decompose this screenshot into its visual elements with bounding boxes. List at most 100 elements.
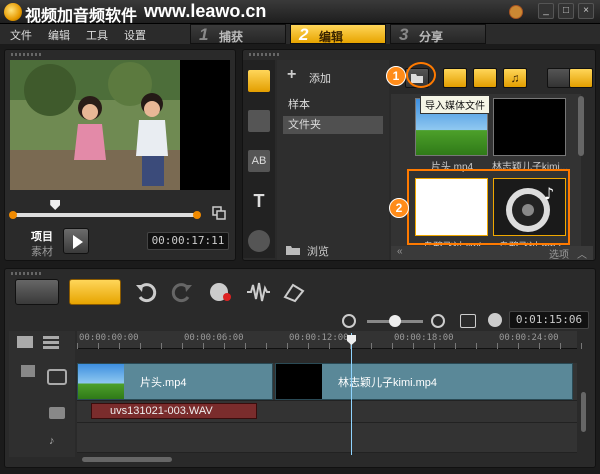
- close-button[interactable]: ×: [578, 3, 594, 19]
- voice-track[interactable]: uvs131021-003.WAV: [77, 401, 577, 423]
- audio-clip[interactable]: uvs131021-003.WAV: [91, 403, 257, 419]
- record-capture-icon[interactable]: [207, 281, 233, 303]
- ruler-tick: [371, 343, 372, 349]
- step-label: 编辑: [319, 30, 344, 44]
- scrubber-handle[interactable]: [50, 200, 61, 210]
- scrub-bar[interactable]: [13, 213, 199, 217]
- mode-project-label[interactable]: 项目: [31, 228, 53, 244]
- media-thumb[interactable]: [493, 98, 566, 156]
- ruler-tick: [497, 343, 498, 349]
- ruler-tick: [581, 343, 582, 349]
- auto-music-icon[interactable]: [281, 281, 307, 303]
- ruler-time-label: 00:00:12:00: [289, 333, 349, 343]
- duration-clock-icon: [488, 313, 502, 327]
- zoom-out-icon[interactable]: [342, 314, 356, 328]
- video-track-icon: [47, 369, 67, 385]
- show-video-button[interactable]: [443, 68, 467, 88]
- browse-button[interactable]: 浏览: [285, 242, 383, 258]
- music-track-icon: ♪: [49, 435, 55, 447]
- trim-start-marker[interactable]: [9, 211, 17, 219]
- add-label: 添加: [309, 73, 331, 85]
- ruler-time-label: 00:00:18:00: [394, 333, 454, 343]
- collapse-left-icon[interactable]: «: [397, 246, 403, 257]
- timeline-vertical-scrollbar[interactable]: [581, 392, 586, 432]
- menu-edit[interactable]: 编辑: [48, 27, 70, 43]
- show-audio-button[interactable]: ♫: [503, 68, 527, 88]
- browse-folder-icon: [286, 246, 300, 255]
- callout-two: 2: [389, 198, 409, 218]
- maximize-button[interactable]: □: [558, 3, 574, 19]
- thumbnail-view-button[interactable]: [569, 68, 593, 88]
- menu-file[interactable]: 文件: [10, 27, 32, 43]
- step-number: 2: [299, 25, 309, 44]
- timeline-timecode[interactable]: 0:01:15:06: [509, 311, 589, 329]
- voice-track-icon: [49, 407, 65, 419]
- plus-icon: +: [287, 66, 297, 83]
- ruler-tick: [455, 343, 456, 349]
- help-badge-icon[interactable]: [509, 5, 523, 19]
- video-clip[interactable]: 片头.mp4: [77, 363, 273, 400]
- ruler-time-label: 00:00:24:00: [499, 333, 559, 343]
- mode-clip-label[interactable]: 素材: [31, 243, 53, 259]
- step-label: 捕获: [219, 30, 244, 44]
- track-manager-icon[interactable]: [15, 333, 75, 353]
- step-number: 1: [199, 25, 209, 44]
- options-bar: « 选项 ︿: [391, 246, 593, 261]
- ruler-tick: [287, 343, 288, 349]
- undo-icon[interactable]: [133, 281, 159, 303]
- enlarge-preview-icon[interactable]: [212, 206, 226, 220]
- app-logo-icon: [4, 3, 22, 21]
- menu-tools[interactable]: 工具: [86, 27, 108, 43]
- step-capture-tab[interactable]: 1 捕获: [190, 24, 286, 44]
- ruler-time-label: 00:00:00:00: [79, 333, 139, 343]
- timeline-horizontal-scrollbar[interactable]: [82, 457, 172, 462]
- title-category-icon[interactable]: AB: [248, 150, 270, 172]
- folder-item-samples[interactable]: 样本: [283, 96, 383, 114]
- track-visibility-icon[interactable]: [21, 365, 35, 377]
- step-share-tab[interactable]: 3 分享: [390, 24, 486, 44]
- zoom-slider-knob[interactable]: [389, 315, 401, 327]
- minimize-button[interactable]: _: [538, 3, 554, 19]
- ruler-tick: [98, 343, 99, 349]
- list-view-button[interactable]: [547, 68, 571, 88]
- library-category-bar: AB T: [243, 60, 275, 258]
- video-track[interactable]: 片头.mp4 林志颖儿子kimi.mp4: [77, 363, 577, 401]
- add-folder-button[interactable]: + 添加: [287, 66, 387, 86]
- fit-project-icon[interactable]: [460, 314, 476, 328]
- panel-grip: [11, 272, 41, 275]
- title-bar: 视频加音频软件 www.leawo.cn _ □ ×: [0, 0, 600, 25]
- zoom-in-icon[interactable]: [431, 314, 445, 328]
- import-tooltip: 导入媒体文件: [420, 95, 490, 114]
- media-highlight-box: [407, 169, 570, 245]
- music-track[interactable]: [77, 423, 577, 453]
- time-ruler[interactable]: 00:00:00:00 00:00:06:00 00:00:12:00 00:00:1…: [77, 331, 582, 349]
- ruler-tick: [413, 343, 414, 349]
- timeline-panel: 0:01:15:06 ♪ 00:00:00:00 00:00:06:00 00:00…: [4, 268, 596, 468]
- panel-grip: [11, 53, 41, 56]
- show-photo-button[interactable]: [473, 68, 497, 88]
- media-category-icon[interactable]: [248, 70, 270, 92]
- menu-settings[interactable]: 设置: [124, 27, 146, 43]
- transition-category-icon[interactable]: [248, 110, 270, 132]
- player-panel: 项目 素材 00:00:17:11: [4, 49, 236, 261]
- library-scrollbar[interactable]: [578, 96, 584, 156]
- storyboard-view-button[interactable]: [15, 279, 59, 305]
- step-edit-tab[interactable]: 2 编辑: [290, 24, 386, 44]
- browse-label: 浏览: [307, 246, 329, 258]
- redo-icon[interactable]: [169, 281, 195, 303]
- filter-category-icon[interactable]: [248, 230, 270, 252]
- text-category-icon[interactable]: T: [248, 190, 270, 212]
- options-label[interactable]: 选项: [549, 246, 569, 261]
- watermark-text: www.leawo.cn: [144, 1, 267, 21]
- video-clip[interactable]: 林志颖儿子kimi.mp4: [275, 363, 573, 400]
- clip-thumbnail: [276, 364, 322, 399]
- ruler-tick: [161, 343, 162, 349]
- folder-item-folder[interactable]: 文件夹: [283, 116, 383, 134]
- player-timecode[interactable]: 00:00:17:11: [147, 232, 229, 250]
- expand-up-icon[interactable]: ︿: [577, 246, 587, 261]
- playhead-line[interactable]: [351, 333, 352, 455]
- trim-end-marker[interactable]: [193, 211, 201, 219]
- play-button[interactable]: [63, 228, 89, 254]
- timeline-view-button[interactable]: [69, 279, 121, 305]
- audio-wave-icon[interactable]: [245, 281, 271, 303]
